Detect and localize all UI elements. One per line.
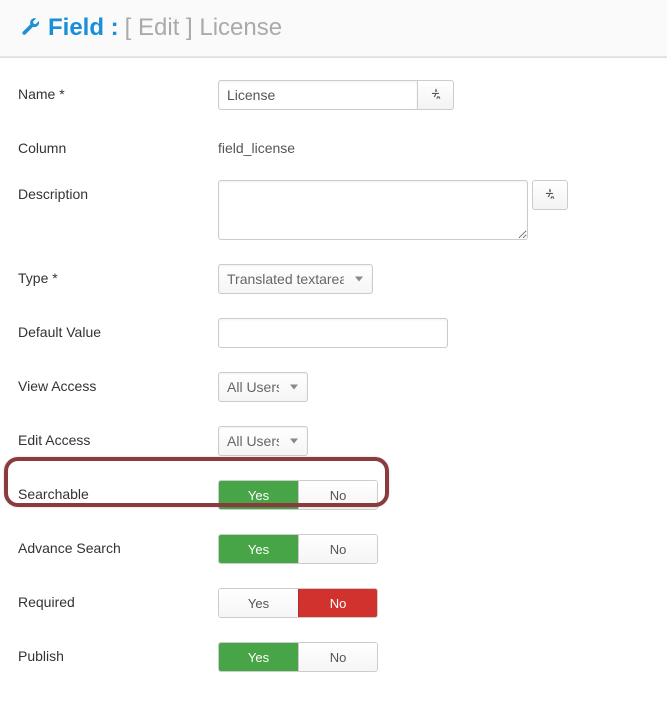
translate-button-name[interactable] [418, 80, 454, 110]
translate-icon [429, 87, 443, 104]
column-value: field_license [218, 134, 295, 156]
row-view-access: View Access All Users [18, 372, 649, 402]
translate-icon [543, 187, 557, 204]
label-searchable: Searchable [18, 480, 218, 502]
description-textarea[interactable] [218, 180, 528, 240]
row-column: Column field_license [18, 134, 649, 156]
title-gray: [ Edit ] License [125, 14, 282, 42]
edit-access-select[interactable]: All Users [218, 426, 308, 456]
form: Name * Column field_license Description [0, 57, 667, 718]
title-blue: Field : [48, 14, 119, 42]
row-name: Name * [18, 80, 649, 110]
searchable-yes-button[interactable]: Yes [219, 481, 298, 509]
label-required: Required [18, 588, 218, 610]
wrench-icon [18, 14, 40, 42]
name-input[interactable] [218, 80, 418, 110]
required-toggle: Yes No [218, 588, 378, 618]
row-publish: Publish Yes No [18, 642, 649, 672]
required-yes-button[interactable]: Yes [219, 589, 298, 617]
advance-search-toggle: Yes No [218, 534, 378, 564]
advance-search-no-button[interactable]: No [298, 535, 377, 563]
required-no-button[interactable]: No [298, 589, 377, 617]
row-type: Type * Translated textarea [18, 264, 649, 294]
label-description: Description [18, 180, 218, 202]
row-searchable: Searchable Yes No [18, 480, 649, 510]
publish-no-button[interactable]: No [298, 643, 377, 671]
advance-search-yes-button[interactable]: Yes [219, 535, 298, 563]
row-advance-search: Advance Search Yes No [18, 534, 649, 564]
row-edit-access: Edit Access All Users [18, 426, 649, 456]
label-type: Type * [18, 264, 218, 286]
row-description: Description [18, 180, 649, 240]
page-title: Field : [ Edit ] License [48, 14, 282, 42]
label-default-value: Default Value [18, 318, 218, 340]
searchable-toggle: Yes No [218, 480, 378, 510]
publish-yes-button[interactable]: Yes [219, 643, 298, 671]
label-name: Name * [18, 80, 218, 102]
label-edit-access: Edit Access [18, 426, 218, 448]
label-column: Column [18, 134, 218, 156]
label-publish: Publish [18, 642, 218, 664]
label-view-access: View Access [18, 372, 218, 394]
title-bar: Field : [ Edit ] License [0, 0, 667, 57]
translate-button-description[interactable] [532, 180, 568, 210]
row-default-value: Default Value [18, 318, 649, 348]
searchable-no-button[interactable]: No [298, 481, 377, 509]
publish-toggle: Yes No [218, 642, 378, 672]
row-required: Required Yes No [18, 588, 649, 618]
label-advance-search: Advance Search [18, 534, 218, 556]
default-value-input[interactable] [218, 318, 448, 348]
view-access-select[interactable]: All Users [218, 372, 308, 402]
type-select[interactable]: Translated textarea [218, 264, 373, 294]
